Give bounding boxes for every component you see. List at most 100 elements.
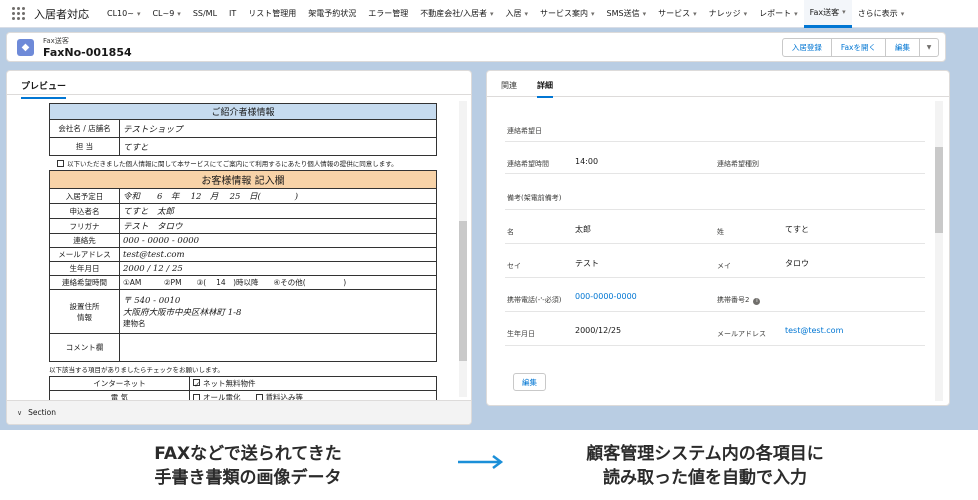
mobile-phone-link[interactable]: 000-0000-0000 bbox=[575, 292, 637, 301]
email-link[interactable]: test@test.com bbox=[785, 326, 843, 335]
fax-record-icon: ◆ bbox=[17, 39, 34, 56]
nav-item-list-management[interactable]: リスト管理用 bbox=[242, 0, 302, 28]
preview-tabbar: プレビュー bbox=[7, 71, 471, 99]
tab-details[interactable]: 詳細 bbox=[537, 80, 553, 98]
field-label: 携帯番号2 i bbox=[717, 295, 761, 305]
fax-image-viewport[interactable]: ご紹介者様情報 会社名 / 店舗名 テストショップ 担 当 てすと 以下いただき… bbox=[7, 95, 471, 401]
nav-item-cl9[interactable]: CL~9 ▾ bbox=[146, 0, 186, 28]
caption-right-line2: 読み取った値を自動で入力 bbox=[603, 468, 807, 488]
chevron-down-icon[interactable]: ▾ bbox=[842, 8, 846, 16]
comment-value bbox=[119, 333, 437, 362]
nav-item-knowledge[interactable]: ナレッジ ▾ bbox=[703, 0, 754, 28]
fax-document-image: ご紹介者様情報 会社名 / 店舗名 テストショップ 担 当 てすと 以下いただき… bbox=[49, 103, 437, 401]
field-label: メールアドレス bbox=[717, 330, 766, 338]
fax-row-value: テスト タロウ bbox=[119, 218, 437, 234]
chevron-down-icon[interactable]: ▾ bbox=[177, 10, 181, 18]
caption-right: 顧客管理システム内の各項目に 読み取った値を自動で入力 bbox=[560, 442, 850, 490]
register-move-in-button[interactable]: 入居登録 bbox=[781, 38, 832, 57]
chevron-down-icon[interactable]: ▾ bbox=[591, 10, 595, 18]
nav-item-move-in[interactable]: 入居 ▾ bbox=[500, 0, 535, 28]
field-divider bbox=[505, 141, 925, 142]
field-value: てすと bbox=[785, 225, 809, 234]
staff-value: てすと bbox=[119, 137, 437, 156]
details-scrollbar[interactable] bbox=[935, 101, 943, 401]
record-object-type: Fax送客 bbox=[43, 37, 69, 45]
field-label: 携帯電話(-'-必須) bbox=[507, 296, 562, 304]
app-name: 入居者対応 bbox=[34, 7, 89, 21]
field-label: 姓 bbox=[717, 228, 724, 236]
nav-item-it[interactable]: IT bbox=[223, 0, 242, 28]
field-label: 生年月日 bbox=[507, 330, 535, 338]
field-divider bbox=[505, 345, 925, 346]
edit-button[interactable]: 編集 bbox=[513, 373, 546, 391]
caption-right-line1: 顧客管理システム内の各項目に bbox=[586, 444, 824, 464]
chevron-down-icon[interactable]: ▾ bbox=[794, 10, 798, 18]
fax-row-label: フリガナ bbox=[49, 218, 120, 234]
fax-row-label: 申込者名 bbox=[49, 203, 120, 219]
preview-scrollbar[interactable] bbox=[459, 101, 467, 397]
preview-panel: プレビュー ご紹介者様情報 会社名 / 店舗名 テストショップ 担 当 てすと … bbox=[6, 70, 472, 425]
caption-left: FAXなどで送られてきた 手書き書類の画像データ bbox=[118, 442, 378, 490]
nav-item-service-info[interactable]: サービス案内 ▾ bbox=[534, 0, 601, 28]
chevron-down-icon[interactable]: ▾ bbox=[490, 10, 494, 18]
chevron-down-icon: ▼ bbox=[926, 44, 932, 51]
nav-item-error-management[interactable]: エラー管理 bbox=[362, 0, 414, 28]
address-street: 大阪府大阪市中央区林林町 1-8 bbox=[123, 308, 242, 318]
nav-item-sms[interactable]: SMS送信 ▾ bbox=[601, 0, 653, 28]
arrow-right-icon bbox=[458, 455, 504, 469]
fax-row-label: 連絡希望時間 bbox=[49, 275, 120, 290]
company-label: 会社名 / 店舗名 bbox=[49, 119, 120, 138]
field-value: テスト bbox=[575, 259, 599, 268]
address-building: 建物名 bbox=[123, 319, 146, 328]
field-label: 名 bbox=[507, 228, 514, 236]
staff-label: 担 当 bbox=[49, 137, 120, 156]
chevron-down-icon[interactable]: ▾ bbox=[744, 10, 748, 18]
record-name: FaxNo-001854 bbox=[43, 46, 132, 59]
header-actions: 入居登録 Faxを開く 編集 ▼ bbox=[781, 38, 939, 57]
edit-record-button[interactable]: 編集 bbox=[885, 38, 920, 57]
field-value: タロウ bbox=[785, 259, 809, 268]
more-actions-button[interactable]: ▼ bbox=[919, 38, 939, 57]
company-value: テストショップ bbox=[119, 119, 437, 138]
checklist-options: ✓ ネット無料物件 bbox=[189, 376, 437, 391]
tab-related[interactable]: 関連 bbox=[501, 80, 517, 91]
address-postal: 〒 540 - 0010 bbox=[123, 296, 181, 306]
field-label: 連絡希望時間 bbox=[507, 160, 549, 168]
info-icon[interactable]: i bbox=[753, 298, 761, 305]
field-label: セイ bbox=[507, 262, 521, 270]
nav-item-reports[interactable]: レポート ▾ bbox=[753, 0, 804, 28]
consent-line: 以下いただきました個人情報に関して本サービスにてご案内にて利用するにあたり個人情… bbox=[49, 156, 437, 170]
crm-app-window: 入居者対応 CL10~ ▾ CL~9 ▾ SS/ML IT リスト管理用 架電予約状… bbox=[0, 0, 978, 430]
nav-item-ssml[interactable]: SS/ML bbox=[187, 0, 223, 28]
fax-row-label: 生年月日 bbox=[49, 261, 120, 276]
comment-label: コメント欄 bbox=[49, 333, 120, 362]
fax-row-label: 入居予定日 bbox=[49, 188, 120, 204]
nav-item-more[interactable]: さらに表示 ▾ bbox=[852, 0, 911, 28]
introducer-table: ご紹介者様情報 会社名 / 店舗名 テストショップ 担 当 てすと bbox=[49, 103, 437, 156]
section-label: Section bbox=[28, 408, 56, 417]
section-toggle[interactable]: ∨ Section bbox=[7, 400, 471, 424]
chevron-down-icon[interactable]: ▾ bbox=[525, 10, 529, 18]
field-divider bbox=[505, 243, 925, 244]
app-launcher-icon[interactable] bbox=[10, 6, 26, 22]
chevron-down-icon[interactable]: ▾ bbox=[693, 10, 697, 18]
preview-scroll-thumb[interactable] bbox=[459, 221, 467, 361]
consent-text: 以下いただきました個人情報に関して本サービスにてご案内にて利用するにあたり個人情… bbox=[67, 160, 398, 168]
nav-item-realestate[interactable]: 不動産会社/入居者 ▾ bbox=[414, 0, 499, 28]
field-label: 連絡希望種別 bbox=[717, 160, 759, 168]
fax-row-label: メールアドレス bbox=[49, 247, 120, 262]
field-value: 太郎 bbox=[575, 225, 591, 234]
introducer-title: ご紹介者様情報 bbox=[49, 103, 437, 120]
fax-row-value: ①AM ②PM ③( 14 )時以降 ④その他( ) bbox=[119, 275, 437, 290]
details-scroll-thumb[interactable] bbox=[935, 147, 943, 233]
field-value: 2000/12/25 bbox=[575, 326, 622, 335]
open-fax-button[interactable]: Faxを開く bbox=[830, 38, 886, 57]
nav-item-call-reservations[interactable]: 架電予約状況 bbox=[302, 0, 362, 28]
chevron-down-icon[interactable]: ▾ bbox=[643, 10, 647, 18]
nav-item-cl10[interactable]: CL10~ ▾ bbox=[101, 0, 146, 28]
fax-row-value: てすと 太郎 bbox=[119, 203, 437, 219]
chevron-down-icon[interactable]: ▾ bbox=[137, 10, 141, 18]
nav-item-fax-referral[interactable]: Fax送客 ▾ bbox=[803, 0, 852, 28]
nav-item-service[interactable]: サービス ▾ bbox=[652, 0, 703, 28]
chevron-down-icon[interactable]: ▾ bbox=[901, 10, 905, 18]
